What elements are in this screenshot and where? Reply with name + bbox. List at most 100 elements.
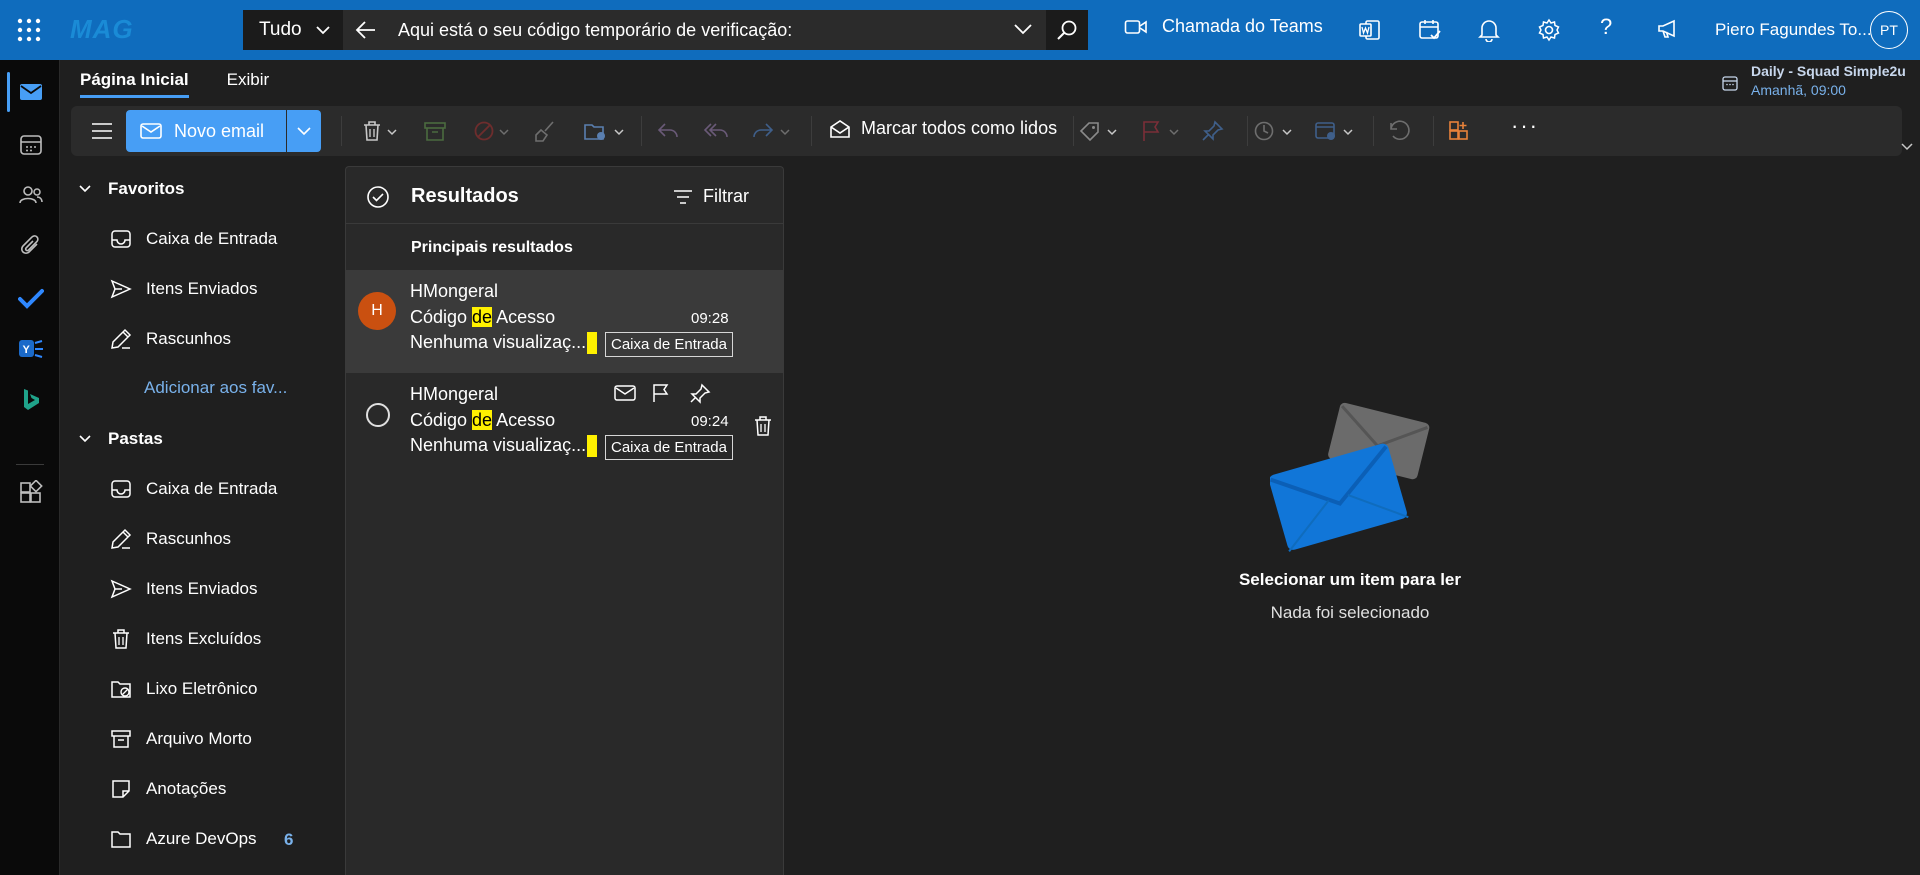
flag-icon[interactable] xyxy=(1140,120,1186,142)
preview-highlight xyxy=(587,332,598,355)
select-message-checkbox[interactable] xyxy=(366,403,390,427)
search-icon xyxy=(1057,20,1077,40)
sweep-icon[interactable] xyxy=(533,120,557,142)
new-email-button[interactable]: Novo email xyxy=(126,110,286,152)
mark-all-read-button[interactable]: Marcar todos como lidos xyxy=(829,118,1057,139)
message-row[interactable]: HMongeral Código de Acesso 09:24 Nenhuma… xyxy=(346,373,783,476)
bell-icon[interactable] xyxy=(1478,18,1500,42)
subject-text: Código xyxy=(410,410,473,430)
todo-check-icon[interactable] xyxy=(18,285,44,311)
tab-home[interactable]: Página Inicial xyxy=(80,70,189,98)
archive-icon[interactable] xyxy=(423,120,447,142)
search-scope-dropdown[interactable]: Tudo xyxy=(243,10,343,50)
folders-header[interactable]: Pastas xyxy=(78,429,163,449)
undo-icon[interactable] xyxy=(1387,120,1411,142)
folder-azure-devops[interactable]: Azure DevOps xyxy=(110,828,257,850)
folder-notes[interactable]: Anotações xyxy=(110,778,226,800)
bing-icon[interactable] xyxy=(18,387,44,413)
favorites-header[interactable]: Favoritos xyxy=(78,179,185,199)
meeting-title: Daily - Squad Simple2u xyxy=(1751,63,1906,79)
brand-logo[interactable]: MAG xyxy=(70,14,134,45)
inbox-icon xyxy=(111,480,131,498)
help-icon[interactable]: ? xyxy=(1600,14,1612,40)
pin-icon[interactable] xyxy=(689,383,711,405)
folder-deleted[interactable]: Itens Excluídos xyxy=(110,628,261,650)
search-button[interactable] xyxy=(1046,10,1088,50)
message-row[interactable]: H HMongeral Código de Acesso 09:28 Nenhu… xyxy=(346,270,783,373)
preview-highlight xyxy=(587,435,598,458)
archive-icon xyxy=(111,730,131,748)
app-launcher-icon[interactable] xyxy=(16,17,42,43)
message-sender: HMongeral xyxy=(410,281,499,301)
reading-pane-subtitle: Nada foi selecionado xyxy=(1270,603,1430,622)
video-call-icon xyxy=(1124,19,1147,34)
pin-icon[interactable] xyxy=(1201,120,1225,142)
folder-tag[interactable]: Caixa de Entrada xyxy=(605,332,733,357)
svg-text:Y: Y xyxy=(23,344,31,356)
favorite-drafts[interactable]: Rascunhos xyxy=(110,328,231,350)
rules-icon[interactable] xyxy=(1314,120,1360,142)
flag-icon[interactable] xyxy=(651,383,671,403)
search-input[interactable] xyxy=(398,10,1018,50)
user-name[interactable]: Piero Fagundes To... xyxy=(1715,20,1872,40)
word-app-icon[interactable] xyxy=(1358,18,1382,42)
folder-sent[interactable]: Itens Enviados xyxy=(110,578,258,600)
favorite-drafts-label: Rascunhos xyxy=(146,329,232,348)
gear-icon[interactable] xyxy=(1537,18,1561,42)
meeting-time: Amanhã, 09:00 xyxy=(1751,82,1846,98)
envelope-icon xyxy=(140,123,162,139)
top-bar: MAG Tudo Chamada do Teams ? xyxy=(0,0,1920,60)
chevron-down-icon xyxy=(79,185,91,193)
mark-read-icon[interactable] xyxy=(614,383,636,403)
message-time: 09:28 xyxy=(691,310,729,327)
collapse-ribbon-icon[interactable] xyxy=(1900,142,1914,152)
filter-button[interactable]: Filtrar xyxy=(673,186,749,207)
mail-icon[interactable] xyxy=(18,79,44,105)
folder-tag[interactable]: Caixa de Entrada xyxy=(605,435,733,460)
people-icon[interactable] xyxy=(18,182,44,208)
search-options-chevron-icon[interactable] xyxy=(1013,22,1033,36)
back-arrow-icon[interactable] xyxy=(355,19,377,41)
more-options-button[interactable]: ··· xyxy=(1511,113,1539,139)
snooze-clock-icon[interactable] xyxy=(1253,120,1299,142)
tab-view[interactable]: Exibir xyxy=(227,70,270,98)
folder-inbox[interactable]: Caixa de Entrada xyxy=(110,478,277,500)
forward-icon[interactable] xyxy=(751,120,797,142)
reply-icon[interactable] xyxy=(656,120,680,142)
inbox-icon xyxy=(111,230,131,248)
hamburger-menu-icon[interactable] xyxy=(91,121,113,141)
user-avatar[interactable]: PT xyxy=(1870,11,1908,49)
favorite-sent[interactable]: Itens Enviados xyxy=(110,278,258,300)
tag-icon[interactable] xyxy=(1078,120,1124,142)
paperclip-icon[interactable] xyxy=(18,233,44,259)
sender-avatar: H xyxy=(358,292,396,330)
reply-all-icon[interactable] xyxy=(703,120,729,142)
folder-drafts[interactable]: Rascunhos xyxy=(110,528,231,550)
filter-icon xyxy=(674,189,692,204)
pencil-icon xyxy=(111,328,132,349)
delete-icon[interactable] xyxy=(361,120,401,142)
yammer-icon[interactable]: Y xyxy=(18,336,44,362)
megaphone-icon[interactable] xyxy=(1656,18,1680,40)
ribbon-toolbar: Novo email Marcar todos como lidos ··· xyxy=(71,106,1902,156)
delete-message-icon[interactable] xyxy=(752,415,774,437)
message-time: 09:24 xyxy=(691,413,729,430)
more-apps-icon[interactable] xyxy=(18,480,44,506)
teams-call-button[interactable]: Chamada do Teams xyxy=(1124,16,1323,37)
preview-text: Nenhuma visualizaç... xyxy=(410,332,587,352)
send-icon xyxy=(110,579,132,599)
favorite-inbox[interactable]: Caixa de Entrada xyxy=(110,228,277,250)
folder-junk[interactable]: Lixo Eletrônico xyxy=(110,678,258,700)
message-sender: HMongeral xyxy=(410,384,499,404)
add-favorite-link[interactable]: Adicionar aos fav... xyxy=(144,378,287,398)
calendar-icon[interactable] xyxy=(18,132,44,158)
block-icon[interactable] xyxy=(473,120,513,142)
calendar-check-icon[interactable] xyxy=(1418,18,1442,42)
move-to-folder-icon[interactable] xyxy=(583,120,629,142)
teams-call-label: Chamada do Teams xyxy=(1162,16,1323,36)
folder-archive-label: Arquivo Morto xyxy=(146,729,252,748)
apps-add-in-icon[interactable] xyxy=(1447,120,1471,142)
new-email-dropdown[interactable] xyxy=(287,110,321,152)
select-all-icon[interactable] xyxy=(366,185,390,209)
folder-archive[interactable]: Arquivo Morto xyxy=(110,728,252,750)
